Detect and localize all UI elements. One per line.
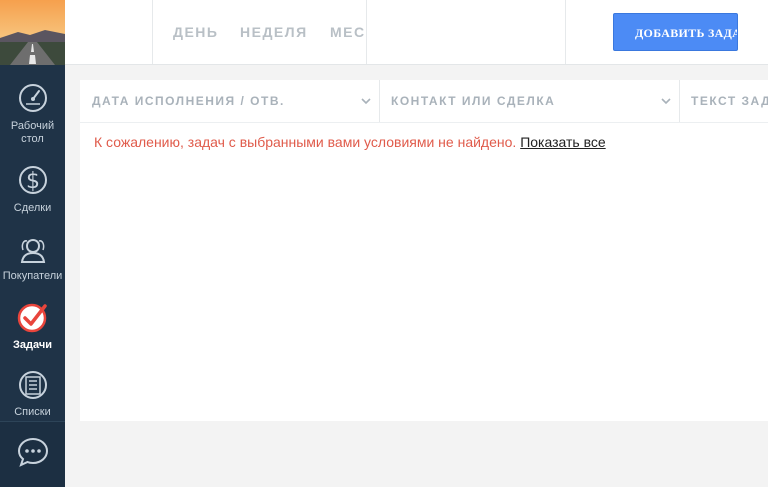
tab-day[interactable]: ДЕНЬ [173, 24, 218, 40]
checkmark-icon [0, 301, 65, 337]
sidebar-item-label: Покупатели [2, 270, 63, 282]
chat-bubble-icon [17, 436, 49, 473]
sidebar-item-buyers[interactable]: Покупатели [0, 232, 65, 283]
list-icon [0, 368, 65, 404]
column-header-task-text[interactable]: ТЕКСТ ЗАДАЧИ [679, 80, 768, 122]
buyers-icon [0, 232, 65, 268]
sidebar-item-label: Рабочий стол [10, 120, 55, 145]
toolbar-divider [565, 0, 566, 64]
speedometer-icon [0, 82, 65, 118]
column-header-label: ТЕКСТ ЗАДАЧИ [691, 94, 768, 108]
column-header-contact-or-deal[interactable]: КОНТАКТ ИЛИ СДЕЛКА [379, 80, 679, 122]
svg-text:$: $ [26, 169, 40, 194]
show-all-link[interactable]: Показать все [520, 134, 605, 150]
column-header-due-date[interactable]: ДАТА ИСПОЛНЕНИЯ / ОТВ. [80, 80, 379, 122]
period-tabs: ДЕНЬ НЕДЕЛЯ МЕСЯЦ [153, 0, 366, 64]
sidebar-item-label: Сделки [13, 202, 52, 214]
sidebar-item-label: Задачи [13, 339, 52, 351]
dollar-icon: $ [0, 162, 65, 200]
sidebar-item-tasks[interactable]: Задачи [0, 301, 65, 352]
tab-week[interactable]: НЕДЕЛЯ [240, 24, 308, 40]
empty-state-message: К сожалению, задач с выбранными вами усл… [94, 134, 606, 150]
table-header: ДАТА ИСПОЛНЕНИЯ / ОТВ. КОНТАКТ ИЛИ СДЕЛК… [80, 80, 768, 123]
toolbar-divider [366, 0, 367, 64]
empty-message-text: К сожалению, задач с выбранными вами усл… [94, 134, 517, 150]
tab-month[interactable]: МЕСЯЦ [330, 24, 366, 40]
sidebar-item-lists[interactable]: Списки [0, 368, 65, 421]
account-logo[interactable] [0, 0, 65, 65]
add-task-button[interactable]: ДОБАВИТЬ ЗАДАЧУ [613, 13, 738, 51]
column-header-label: ДАТА ИСПОЛНЕНИЯ / ОТВ. [92, 94, 285, 108]
sidebar-item-deals[interactable]: $ Сделки [0, 162, 65, 215]
chat-button[interactable] [0, 422, 65, 487]
sidebar-item-dashboard[interactable]: Рабочий стол [0, 82, 65, 146]
sidebar: Рабочий стол $ Сделки Покупатели Задачи … [0, 0, 65, 487]
chevron-down-icon [661, 80, 671, 122]
column-header-label: КОНТАКТ ИЛИ СДЕЛКА [391, 94, 556, 108]
top-toolbar: ДЕНЬ НЕДЕЛЯ МЕСЯЦ ДОБАВИТЬ ЗАДАЧУ [65, 0, 768, 65]
sidebar-item-label: Списки [14, 406, 51, 418]
tasks-table: ДАТА ИСПОЛНЕНИЯ / ОТВ. КОНТАКТ ИЛИ СДЕЛК… [80, 80, 768, 421]
chevron-down-icon [361, 80, 371, 122]
